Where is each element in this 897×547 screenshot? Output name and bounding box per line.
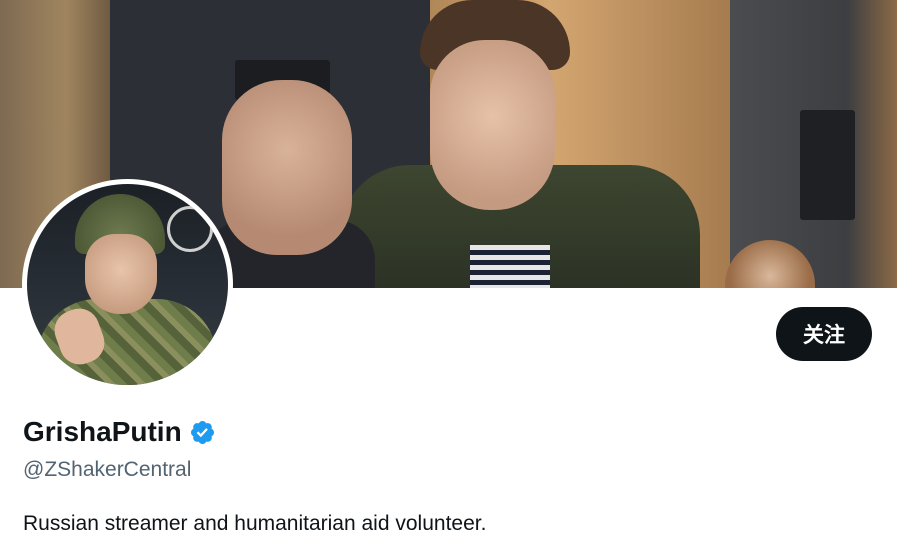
profile-bio: Russian streamer and humanitarian aid vo…	[23, 512, 487, 535]
verified-badge-icon[interactable]	[189, 419, 216, 446]
banner-person-shirt	[470, 245, 550, 288]
banner-person-face	[430, 40, 555, 210]
display-name-row: GrishaPutin	[23, 416, 216, 448]
display-name: GrishaPutin	[23, 416, 182, 447]
banner-speaker	[800, 110, 855, 220]
avatar-face	[85, 234, 157, 314]
follow-button[interactable]: 关注	[776, 307, 872, 361]
profile-handle: @ZShakerCentral	[23, 458, 192, 481]
avatar[interactable]	[27, 184, 228, 385]
banner-person-face-left	[222, 80, 352, 255]
avatar-background-logo	[167, 206, 213, 252]
